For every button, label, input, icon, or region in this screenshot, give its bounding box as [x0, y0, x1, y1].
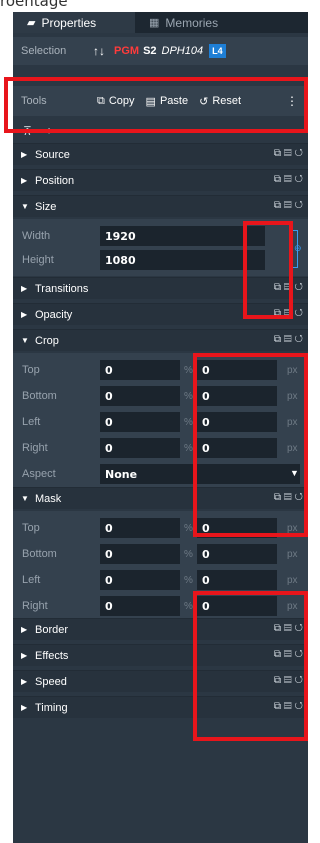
section-source-label: Source [35, 148, 70, 161]
dph-label: DPH104 [161, 45, 204, 57]
width-input[interactable]: 1920 [100, 226, 265, 246]
crop-highlight-box [193, 353, 308, 537]
mask-right-label: Right [22, 600, 48, 612]
px-unit: px [287, 574, 298, 586]
crop-top-percent-input[interactable]: 0 [100, 360, 180, 380]
expand-icon: ▶ [21, 651, 28, 660]
section-effects-label: Effects [35, 649, 69, 662]
size-highlight-box [243, 221, 293, 319]
percent-unit: % [184, 416, 193, 428]
collapse-icon: ▼ [21, 202, 29, 211]
section-actions-icons[interactable]: ⧉▤↺ [274, 200, 306, 211]
section-opacity-label: Opacity [35, 308, 73, 321]
section-speed-label: Speed [35, 675, 67, 688]
selection-label: Selection [21, 45, 67, 57]
mask-left-label: Left [22, 574, 41, 586]
crop-left-percent-input[interactable]: 0 [100, 412, 180, 432]
height-input[interactable]: 1080 [100, 250, 265, 270]
percent-unit: % [184, 600, 193, 612]
mask-row: Bottom 0 % 0 px [13, 542, 308, 566]
mask-left-percent-input[interactable]: 0 [100, 570, 180, 590]
mask-right-percent-input[interactable]: 0 [100, 596, 180, 616]
tab-bar: ▰ Properties ▦ Memories [13, 12, 308, 33]
mask-bottom-percent-input[interactable]: 0 [100, 544, 180, 564]
percent-unit: % [184, 364, 193, 376]
tab-properties-label: Properties [41, 15, 97, 30]
mask-highlight-box [193, 591, 308, 741]
properties-icon: ▰ [27, 17, 36, 29]
percent-unit: % [184, 442, 193, 454]
tools-highlight-box [4, 77, 308, 133]
percent-unit: % [184, 390, 193, 402]
px-unit: px [287, 548, 298, 560]
aspect-label: Aspect [22, 468, 56, 480]
crop-bottom-percent-input[interactable]: 0 [100, 386, 180, 406]
memories-icon: ▦ [149, 17, 160, 29]
collapse-icon: ▼ [21, 494, 29, 503]
mask-top-percent-input[interactable]: 0 [100, 518, 180, 538]
section-size-label: Size [35, 200, 57, 213]
expand-icon: ▶ [21, 310, 28, 319]
section-timing-label: Timing [35, 701, 68, 714]
section-source[interactable]: ▶ Source ⧉▤↺ [13, 143, 308, 165]
mask-top-label: Top [22, 522, 40, 534]
section-size[interactable]: ▼ Size ⧉▤↺ [13, 195, 308, 217]
mask-bottom-label: Bottom [22, 548, 57, 560]
expand-icon: ▶ [21, 677, 28, 686]
swap-arrows-icon[interactable]: ↑↓ [93, 44, 105, 58]
caption-text: roentage [0, 0, 68, 10]
mask-left-px-input[interactable]: 0 [197, 570, 277, 590]
expand-icon: ▶ [21, 625, 28, 634]
percent-unit: % [184, 522, 193, 534]
section-actions-icons[interactable]: ⧉▤↺ [274, 174, 306, 185]
width-label: Width [22, 230, 51, 242]
crop-top-label: Top [22, 364, 40, 376]
section-actions-icons[interactable]: ⧉▤↺ [274, 334, 306, 345]
section-transitions-label: Transitions [35, 282, 89, 295]
expand-icon: ▶ [21, 703, 28, 712]
pgm-label: PGM [114, 45, 140, 57]
percent-unit: % [184, 548, 193, 560]
crop-right-percent-input[interactable]: 0 [100, 438, 180, 458]
expand-icon: ▶ [21, 284, 28, 293]
mask-row: Left 0 % 0 px [13, 568, 308, 592]
crop-bottom-label: Bottom [22, 390, 57, 402]
collapse-icon: ▼ [21, 336, 29, 345]
tab-memories[interactable]: ▦ Memories [135, 12, 257, 33]
expand-icon: ▶ [21, 150, 28, 159]
section-border-label: Border [35, 623, 69, 636]
section-crop-label: Crop [35, 334, 59, 347]
expand-icon: ▶ [21, 176, 28, 185]
tab-properties[interactable]: ▰ Properties [13, 12, 135, 33]
section-crop[interactable]: ▼ Crop ⧉▤↺ [13, 329, 308, 351]
height-label: Height [22, 254, 54, 266]
s2-label: S2 [143, 45, 157, 57]
tab-memories-label: Memories [165, 15, 219, 30]
mask-bottom-px-input[interactable]: 0 [197, 544, 277, 564]
section-position-label: Position [35, 174, 75, 187]
percent-unit: % [184, 574, 193, 586]
section-position[interactable]: ▶ Position ⧉▤↺ [13, 169, 308, 191]
selection-bar: Selection ↑↓ PGM S2 DPH104 L4 [13, 37, 308, 65]
crop-right-label: Right [22, 442, 48, 454]
crop-left-label: Left [22, 416, 41, 428]
link-icon[interactable]: ⊖ [294, 243, 302, 254]
layer-badge: L4 [209, 44, 226, 58]
section-actions-icons[interactable]: ⧉▤↺ [274, 148, 306, 159]
section-mask-label: Mask [35, 492, 62, 505]
